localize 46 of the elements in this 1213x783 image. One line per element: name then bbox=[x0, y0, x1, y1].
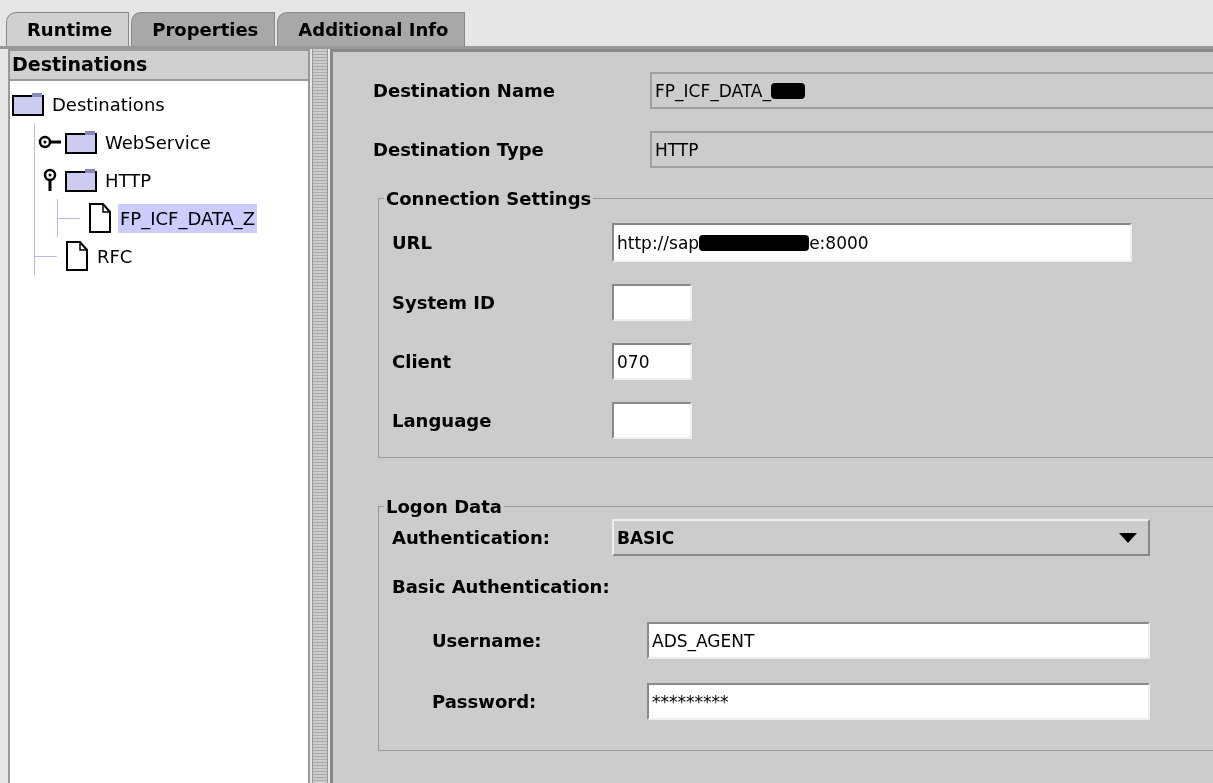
field-label: URL bbox=[392, 232, 433, 253]
field-value: e:8000 bbox=[809, 232, 869, 253]
field-value: http://sap bbox=[617, 232, 700, 253]
field-value: ADS_AGENT bbox=[652, 630, 755, 651]
field-value: FP_ICF_DATA_ bbox=[655, 80, 771, 101]
input-field[interactable]: ********* bbox=[647, 683, 1150, 720]
tab[interactable]: Additional Info bbox=[277, 12, 466, 46]
field-label: Client bbox=[392, 351, 453, 372]
tree-item[interactable]: WebService bbox=[103, 127, 213, 157]
panel-title: Destinations bbox=[10, 51, 308, 81]
field-label: System ID bbox=[392, 292, 496, 313]
collapsed-handle-icon[interactable] bbox=[38, 135, 62, 149]
group-title: Connection Settings bbox=[385, 188, 593, 209]
dropdown-arrow-icon bbox=[1119, 532, 1137, 543]
input-field[interactable] bbox=[612, 402, 692, 439]
tab[interactable]: Runtime bbox=[6, 12, 130, 46]
tab[interactable]: Properties bbox=[131, 12, 276, 46]
folder-icon bbox=[12, 92, 44, 116]
input-field[interactable]: http://sap e:8000 bbox=[612, 223, 1132, 262]
tree-item[interactable]: RFC bbox=[95, 241, 135, 271]
field-label: Language bbox=[392, 410, 493, 431]
expanded-handle-icon[interactable] bbox=[43, 168, 57, 192]
input-field[interactable]: 070 bbox=[612, 343, 692, 380]
document-icon bbox=[65, 241, 89, 271]
readonly-field[interactable]: FP_ICF_DATA_ bbox=[650, 72, 1213, 109]
field-label: Authentication: bbox=[392, 527, 551, 548]
field-value: ********* bbox=[652, 691, 729, 712]
folder-icon bbox=[65, 168, 97, 192]
input-field[interactable] bbox=[612, 284, 692, 321]
tree-item[interactable]: Destinations bbox=[50, 89, 167, 119]
splitter-handle[interactable] bbox=[312, 49, 328, 783]
field-label: Destination Name bbox=[373, 80, 556, 101]
field-label: Password: bbox=[432, 691, 538, 712]
field-label: Username: bbox=[432, 630, 543, 651]
readonly-field[interactable]: HTTP bbox=[650, 131, 1213, 168]
tree-item[interactable]: FP_ICF_DATA_Z bbox=[118, 203, 258, 233]
tree-item[interactable]: HTTP bbox=[103, 165, 154, 195]
section-label: Basic Authentication: bbox=[392, 576, 611, 597]
dropdown[interactable]: BASIC bbox=[612, 519, 1150, 556]
field-value: 070 bbox=[617, 351, 650, 372]
input-field[interactable]: ADS_AGENT bbox=[647, 622, 1150, 659]
document-icon bbox=[88, 203, 112, 233]
group-title: Logon Data bbox=[385, 496, 503, 517]
field-label: Destination Type bbox=[373, 139, 545, 160]
field-value: HTTP bbox=[655, 139, 699, 160]
folder-icon bbox=[65, 130, 97, 154]
